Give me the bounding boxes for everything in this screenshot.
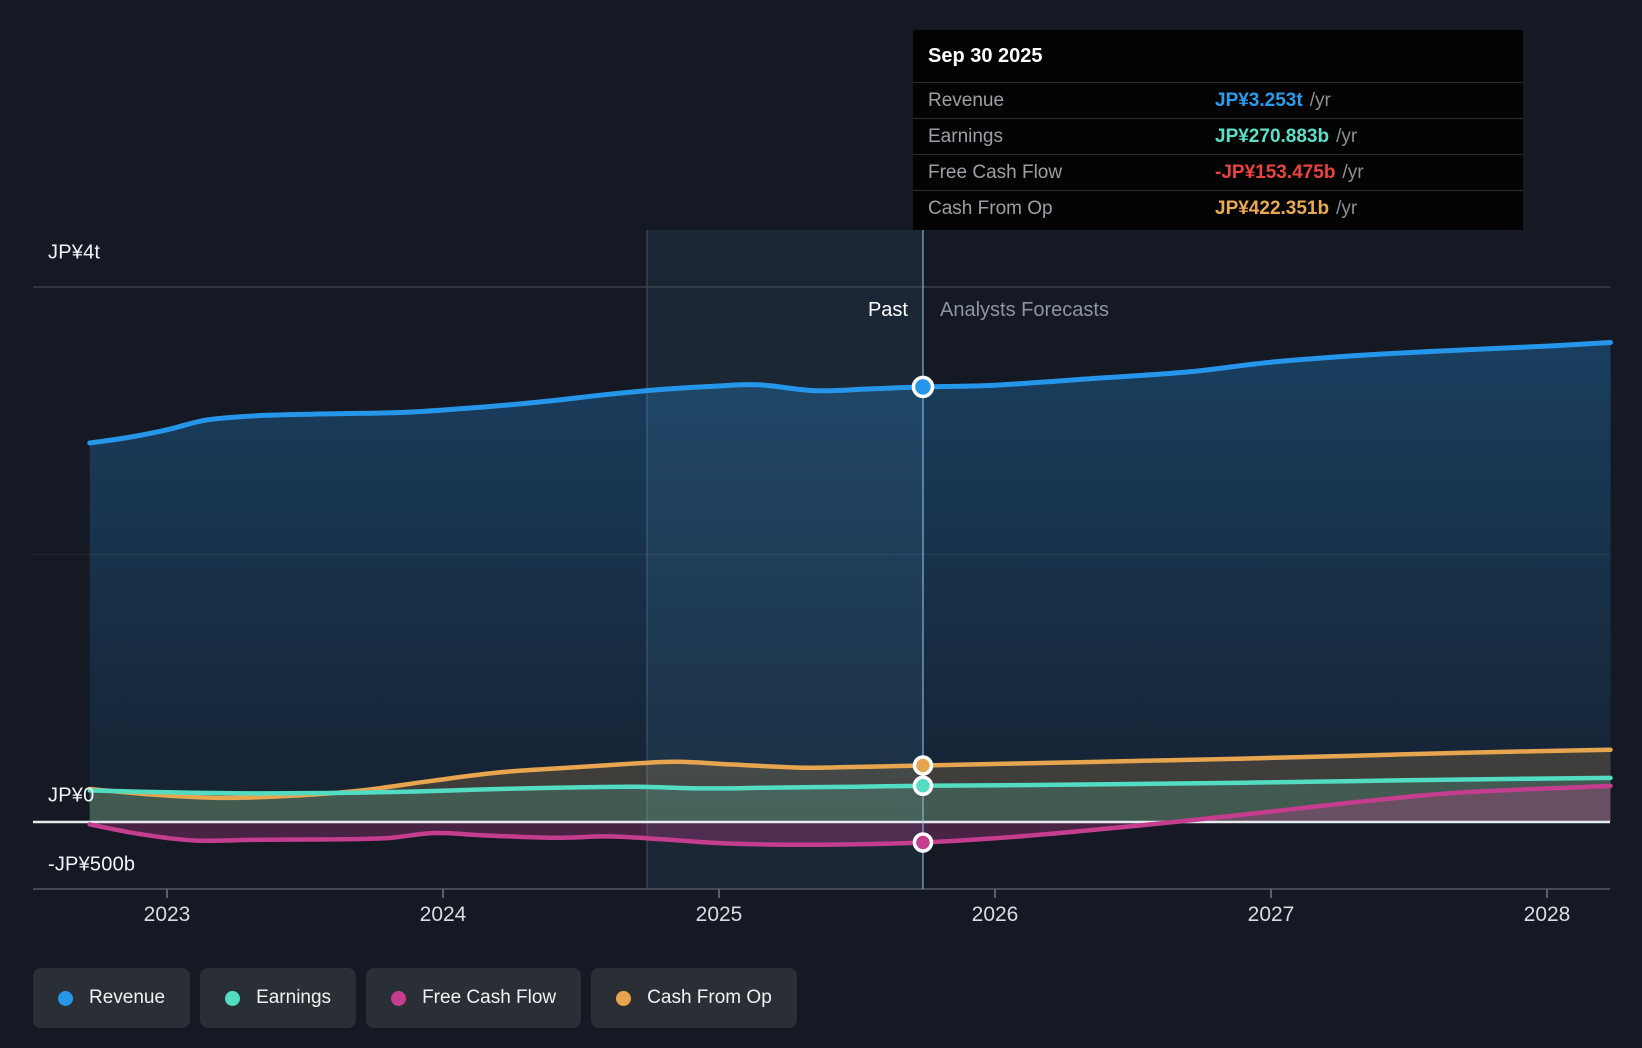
chart-legend: Revenue Earnings Free Cash Flow Cash From O…: [33, 968, 797, 1028]
legend-chip-free-cash-flow[interactable]: Free Cash Flow: [366, 968, 582, 1028]
tooltip-row-unit: /yr: [1342, 161, 1364, 183]
legend-chip-cash-from-op[interactable]: Cash From Op: [591, 968, 797, 1028]
legend-dot-icon: [616, 990, 632, 1006]
legend-chip-label: Free Cash Flow: [422, 987, 557, 1008]
y-axis-label: -JP¥500b: [48, 853, 136, 876]
tooltip-row-value: JP¥422.351b: [1215, 197, 1330, 219]
analysts-forecasts-section-label: Analysts Forecasts: [940, 299, 1109, 321]
legend-chip-label: Earnings: [256, 987, 332, 1008]
chart-tooltip: Sep 30 2025 Revenue JP¥3.253t/yr Earnings J…: [913, 30, 1523, 230]
tooltip-row-label: Revenue: [928, 89, 1005, 111]
tooltip-row-earnings: Earnings JP¥270.883b/yr: [913, 118, 1523, 154]
tooltip-row-label: Free Cash Flow: [928, 161, 1063, 183]
x-axis-label-2028: 2028: [1523, 903, 1571, 926]
cash-from-op-marker: [912, 755, 934, 776]
tooltip-row-label: Cash From Op: [928, 197, 1053, 219]
legend-chip-revenue[interactable]: Revenue: [33, 968, 191, 1028]
past-section-label: Past: [867, 299, 908, 321]
free-cash-flow-marker: [912, 832, 934, 853]
tooltip-date: Sep 30 2025: [928, 44, 1043, 67]
tooltip-row-unit: /yr: [1336, 125, 1358, 147]
tooltip-row-free-cash-flow: Free Cash Flow -JP¥153.475b/yr: [913, 154, 1523, 190]
tooltip-row-unit: /yr: [1336, 197, 1358, 219]
x-axis-label-2026: 2026: [971, 903, 1019, 926]
tooltip-row-value: JP¥3.253t: [1215, 89, 1303, 111]
legend-chip-label: Revenue: [89, 987, 166, 1008]
legend-dot-icon: [391, 990, 407, 1006]
y-axis-label: JP¥4t: [48, 241, 101, 264]
tooltip-row-value: -JP¥153.475b: [1215, 161, 1336, 183]
legend-dot-icon: [58, 990, 73, 1006]
legend-chip-label: Cash From Op: [647, 987, 772, 1008]
tooltip-row-cash-from-op: Cash From Op JP¥422.351b/yr: [913, 190, 1523, 226]
earnings-marker: [912, 775, 934, 797]
x-axis-label-2025: 2025: [695, 903, 743, 926]
tooltip-row-label: Earnings: [928, 125, 1003, 147]
legend-chip-earnings[interactable]: Earnings: [200, 968, 357, 1028]
tooltip-row-revenue: Revenue JP¥3.253t/yr: [913, 82, 1523, 118]
revenue-marker: [911, 375, 935, 399]
y-axis-label: JP¥0: [48, 784, 95, 807]
x-axis-label-2027: 2027: [1247, 903, 1295, 926]
tooltip-row-value: JP¥270.883b: [1215, 125, 1330, 147]
earnings-revenue-growth-chart: JP¥4t JP¥0 -JP¥500b 2023 2024 2025 2026 2027 20…: [0, 0, 1642, 1048]
x-axis-label-2024: 2024: [419, 903, 467, 926]
legend-dot-icon: [225, 990, 241, 1006]
tooltip-row-unit: /yr: [1309, 89, 1331, 111]
x-axis-label-2023: 2023: [143, 903, 191, 926]
